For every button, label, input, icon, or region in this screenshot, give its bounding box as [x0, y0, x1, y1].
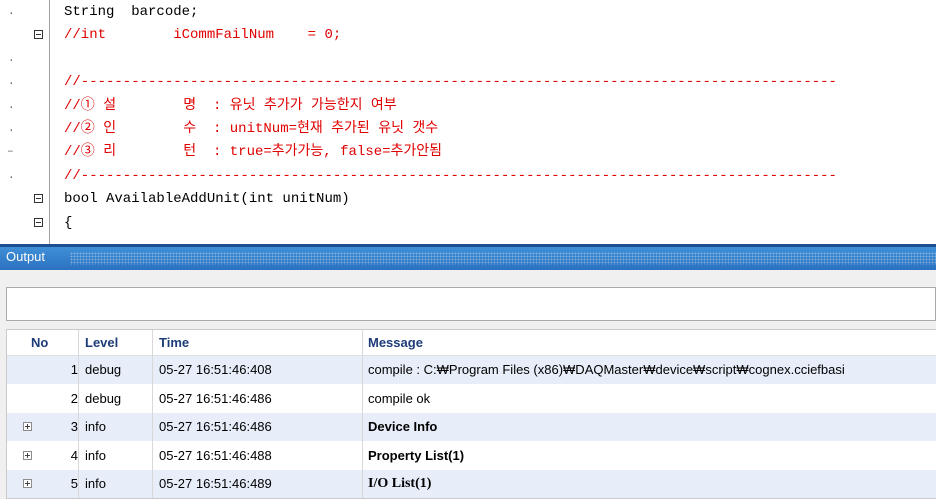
fold-collapse-icon[interactable]: [34, 217, 43, 227]
log-row-message: Property List(1): [368, 447, 465, 463]
column-header-message[interactable]: Message: [368, 330, 936, 355]
code-line[interactable]: {: [0, 213, 936, 234]
line-change-marker: .: [8, 169, 15, 182]
code-line[interactable]: . //② 인 수 : unitNum=현재 추가된 유닛 갯수: [0, 119, 936, 140]
log-row-level: debug: [85, 362, 122, 377]
code-line[interactable]: bool AvailableAddUnit(int unitNum): [0, 189, 936, 210]
code-line[interactable]: .: [0, 49, 936, 70]
code-token: String barcode;: [64, 4, 199, 20]
expand-plus-icon[interactable]: [23, 479, 32, 489]
code-text: //② 인 수 : unitNum=현재 추가된 유닛 갯수: [64, 119, 438, 140]
code-editor[interactable]: . String barcode; //int iCommFailNum = 0;.…: [0, 0, 936, 244]
log-row[interactable]: 2 debug 05-27 16:51:46:486 compile ok: [7, 384, 936, 413]
log-row-number: 1: [70, 362, 78, 377]
expand-plus-icon[interactable]: [23, 450, 32, 460]
titlebar-grip: [70, 252, 936, 265]
code-token: //--------------------------------------…: [64, 74, 837, 91]
column-divider: [78, 330, 79, 498]
output-filter-input[interactable]: [6, 287, 936, 321]
code-token: //② 인 수 : unitNum=현재 추가된 유닛 갯수: [64, 121, 439, 137]
code-line[interactable]: . //① 설 명 : 유닛 추가가 가능한지 여부: [0, 96, 936, 117]
log-row-time: 05-27 16:51:46:408: [159, 362, 272, 377]
log-row-number: 5: [70, 476, 78, 492]
log-row-time: 05-27 16:51:46:486: [159, 390, 272, 406]
log-row[interactable]: 5 info 05-27 16:51:46:489 I/O List(1): [7, 470, 936, 498]
fold-collapse-icon[interactable]: [34, 194, 43, 204]
line-change-marker: –: [7, 146, 14, 159]
log-row-level: debug: [85, 390, 122, 406]
output-panel-titlebar[interactable]: Output: [0, 244, 936, 270]
code-line[interactable]: //int iCommFailNum = 0;: [0, 25, 936, 46]
log-row-number: 2: [70, 390, 78, 406]
log-row-message: compile : C:₩Program Files (x86)₩DAQMast…: [368, 362, 845, 377]
column-header-level[interactable]: Level: [85, 330, 153, 355]
line-change-marker: .: [8, 76, 15, 89]
line-change-marker: .: [8, 52, 15, 65]
log-row[interactable]: 3 info 05-27 16:51:46:486 Device Info: [7, 413, 936, 442]
log-row-number: 3: [70, 419, 78, 435]
column-header-time[interactable]: Time: [159, 330, 359, 355]
log-row-message: compile ok: [368, 390, 431, 406]
output-panel: No Level Time Message 1 debug 05-27 16:51:…: [0, 270, 936, 499]
log-table-header: No Level Time Message: [7, 330, 936, 356]
expand-plus-icon[interactable]: [23, 422, 32, 432]
code-text: //① 설 명 : 유닛 추가가 가능한지 여부: [64, 96, 397, 117]
code-token: {: [64, 214, 73, 231]
log-row-number: 4: [70, 447, 78, 463]
output-panel-title: Output: [6, 249, 46, 264]
code-token: //① 설 명 : 유닛 추가가 가능한지 여부: [64, 97, 397, 114]
log-row[interactable]: 1 debug 05-27 16:51:46:408 compile : C:₩Pro…: [7, 356, 936, 384]
log-row-level: info: [85, 419, 106, 435]
log-row-level: info: [85, 476, 106, 492]
code-text: //int iCommFailNum = 0;: [64, 25, 341, 46]
log-row-time: 05-27 16:51:46:489: [159, 476, 272, 492]
column-header-no[interactable]: No: [7, 330, 75, 355]
log-row-level: info: [85, 447, 106, 463]
code-text: {: [64, 213, 72, 234]
line-change-marker: .: [8, 99, 15, 112]
log-row-message: Device Info: [368, 419, 438, 435]
log-row-message: I/O List(1): [368, 476, 432, 492]
code-text: //--------------------------------------…: [64, 72, 837, 93]
code-text: //--------------------------------------…: [64, 166, 837, 187]
fold-collapse-icon[interactable]: [34, 30, 43, 40]
code-line[interactable]: – //③ 리 턴 : true=추가가능, false=추가안됨: [0, 142, 936, 163]
code-line[interactable]: . //-------------------------------------…: [0, 72, 936, 93]
code-token: //③ 리 턴 : true=추가가능, false=추가안됨: [64, 144, 443, 161]
code-line[interactable]: . //-------------------------------------…: [0, 166, 936, 187]
code-text: String barcode;: [64, 2, 198, 23]
code-token: //--------------------------------------…: [64, 167, 837, 184]
log-table: No Level Time Message 1 debug 05-27 16:51:…: [6, 329, 936, 499]
code-text: bool AvailableAddUnit(int unitNum): [64, 189, 350, 210]
column-divider: [152, 330, 153, 498]
log-row-time: 05-27 16:51:46:486: [159, 419, 272, 435]
line-change-marker: .: [8, 6, 15, 18]
code-line[interactable]: . String barcode;: [0, 2, 936, 23]
log-row[interactable]: 4 info 05-27 16:51:46:488 Property List(1): [7, 441, 936, 470]
column-divider: [362, 330, 363, 498]
line-change-marker: .: [8, 123, 15, 135]
code-text: //③ 리 턴 : true=추가가능, false=추가안됨: [64, 142, 442, 163]
code-token: bool AvailableAddUnit(int unitNum): [64, 191, 350, 208]
code-token: //int iCommFailNum = 0;: [64, 27, 342, 44]
log-row-time: 05-27 16:51:46:488: [159, 447, 272, 463]
